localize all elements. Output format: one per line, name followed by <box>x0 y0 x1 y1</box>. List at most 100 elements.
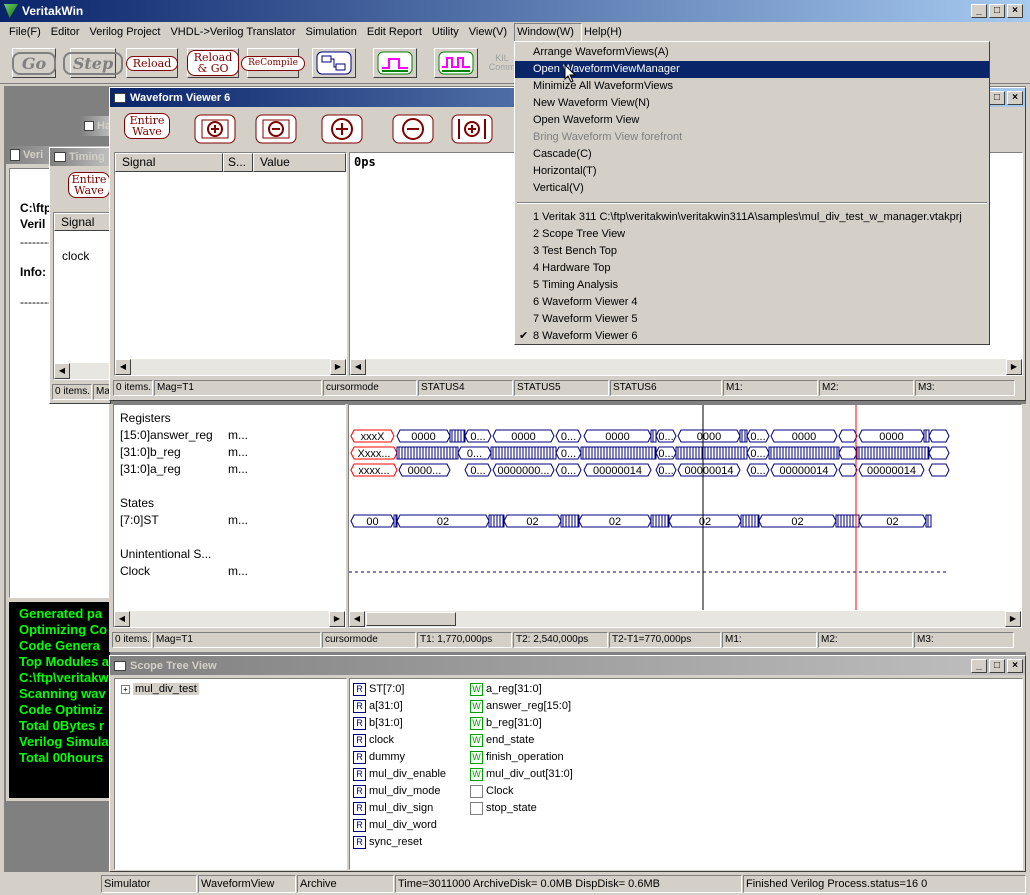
signal-name[interactable]: [31:0]a_reg <box>120 462 181 476</box>
scope-signal-item[interactable]: Wmul_div_out[31:0] <box>470 766 573 783</box>
window-menu-recent-item[interactable]: ✔ 8 Waveform Viewer 6 <box>515 328 989 345</box>
timing-window: Timing Entire Wave Signal clock ◀ 0 items… <box>49 147 112 404</box>
scope-signal-item[interactable]: Ra[31:0] <box>353 698 403 715</box>
zoom-area-button[interactable] <box>194 113 236 148</box>
scope-signal-item[interactable]: Wanswer_reg[15:0] <box>470 698 571 715</box>
window-menu-recent-item[interactable]: 6 Waveform Viewer 4 <box>515 294 989 311</box>
timing-entire-wave-button[interactable]: Entire Wave <box>68 172 110 204</box>
scope-signal-item[interactable]: Rmul_div_mode <box>353 783 441 800</box>
reload-go-button[interactable]: Reload & GO <box>186 48 240 78</box>
menu-simulation[interactable]: Simulation <box>301 23 362 41</box>
window-menu-recent-item[interactable]: 4 Hardware Top <box>515 260 989 277</box>
signal-group-label[interactable]: Registers <box>120 411 171 425</box>
menu-view-v[interactable]: View(V) <box>464 23 512 41</box>
window-menu-recent-item[interactable]: 2 Scope Tree View <box>515 226 989 243</box>
scope-signal-item[interactable]: Rb[31:0] <box>353 715 403 732</box>
wv6-close-button[interactable]: × <box>1007 91 1023 105</box>
scope-signal-item[interactable]: Rmul_div_enable <box>353 766 446 783</box>
window-menu-item[interactable]: Vertical(V) <box>515 180 989 197</box>
scope-maximize-button[interactable]: □ <box>989 659 1005 673</box>
scroll-right-button[interactable]: ▶ <box>329 611 345 627</box>
maximize-button[interactable]: □ <box>989 4 1005 18</box>
scope-signal-item[interactable]: Rmul_div_sign <box>353 800 433 817</box>
reload-button[interactable]: Reload <box>125 48 179 78</box>
column-value[interactable]: Value <box>253 153 346 172</box>
scroll-left-button[interactable]: ◀ <box>115 359 131 375</box>
column-s[interactable]: S... <box>223 153 253 172</box>
scroll-right-button[interactable]: ▶ <box>330 359 346 375</box>
window-menu-item[interactable]: New Waveform View(N) <box>515 95 989 112</box>
scope-signal-item[interactable]: stop_state <box>470 800 537 817</box>
lower-wave-area[interactable]: xxxX 0000 0... 0000 0... 0000 0... 0000 0... 0000… <box>348 404 1022 628</box>
signal-name[interactable]: Clock <box>120 564 150 578</box>
scope-signal-item[interactable]: Rclock <box>353 732 394 749</box>
window-menu-item[interactable]: Open WaveformViewManager <box>515 61 989 78</box>
expand-icon[interactable]: + <box>121 685 130 694</box>
window-menu-recent-item[interactable]: 3 Test Bench Top <box>515 243 989 260</box>
scroll-left-button[interactable]: ◀ <box>350 359 366 375</box>
scope-signal-item[interactable]: Wb_reg[31:0] <box>470 715 542 732</box>
bus-value: 0... <box>561 448 576 460</box>
menu-vhdl-verilog-translator[interactable]: VHDL->Verilog Translator <box>165 23 300 41</box>
signal-name[interactable]: [7:0]ST <box>120 513 159 527</box>
scope-signal-item[interactable]: Rsync_reset <box>353 834 422 851</box>
hierarchy-view-button[interactable] <box>312 48 356 78</box>
window-menu-recent-item[interactable]: 7 Waveform Viewer 5 <box>515 311 989 328</box>
scope-signal-item[interactable]: Rmul_div_word <box>353 817 437 834</box>
menu-utility[interactable]: Utility <box>427 23 464 41</box>
scroll-left-button[interactable]: ◀ <box>114 611 130 627</box>
window-menu-recent-item[interactable]: 5 Timing Analysis <box>515 277 989 294</box>
bus-value: 00000014 <box>685 465 734 477</box>
scope-signal-item[interactable]: R ST[7:0] <box>353 681 404 698</box>
scroll-left-button[interactable]: ◀ <box>349 611 365 627</box>
go-button[interactable]: Go <box>11 48 57 78</box>
zoom-out-area-button[interactable] <box>255 113 297 148</box>
scope-signal-item[interactable]: Wend_state <box>470 732 534 749</box>
scope-signal-item[interactable]: Wfinish_operation <box>470 749 564 766</box>
zoom-cursor-button[interactable] <box>451 113 493 148</box>
wv6-maximize-button[interactable]: □ <box>989 91 1005 105</box>
timing-signal-clock[interactable]: clock <box>62 249 89 263</box>
entire-wave-button[interactable]: Entire Wave <box>124 113 170 147</box>
scope-signal-item[interactable]: Rdummy <box>353 749 405 766</box>
waveform-button[interactable] <box>373 48 417 78</box>
scope-signal-item[interactable]: Wa_reg[31:0] <box>470 681 542 698</box>
kill-button[interactable]: KIL Comm <box>487 48 517 78</box>
scope-minimize-button[interactable]: _ <box>971 659 987 673</box>
scroll-left-button[interactable]: ◀ <box>54 363 70 379</box>
menu-file-f[interactable]: File(F) <box>4 23 46 41</box>
menu-verilog-project[interactable]: Verilog Project <box>85 23 166 41</box>
bus-value: 02 <box>886 516 898 528</box>
scope-close-button[interactable]: × <box>1007 659 1023 673</box>
menu-help-h[interactable]: Help(H) <box>579 23 627 41</box>
menu-edit-report[interactable]: Edit Report <box>362 23 427 41</box>
zoom-in-icon <box>321 114 363 144</box>
menu-editor[interactable]: Editor <box>46 23 85 41</box>
tree-node-root[interactable]: + mul_div_test <box>121 683 199 695</box>
scope-signal-item[interactable]: Clock <box>470 783 514 800</box>
window-menu-item[interactable]: Open Waveform View <box>515 112 989 129</box>
scroll-right-button[interactable]: ▶ <box>1005 611 1021 627</box>
window-menu-item[interactable]: Minimize All WaveformViews <box>515 78 989 95</box>
window-menu-item[interactable]: Cascade(C) <box>515 146 989 163</box>
window-menu-recent-item[interactable]: 1 Veritak 311 C:\ftp\veritakwin\veritakw… <box>515 209 989 226</box>
recompile-button[interactable]: ReCompile <box>241 48 305 78</box>
signal-name[interactable]: [31:0]b_reg <box>120 445 181 459</box>
timing-col-signal[interactable]: Signal <box>54 213 110 231</box>
scroll-right-button[interactable]: ▶ <box>1006 359 1022 375</box>
signal-group-label[interactable]: States <box>120 496 154 510</box>
window-menu-item[interactable]: Bring Waveform View forefront <box>515 129 989 146</box>
column-signal[interactable]: Signal <box>115 153 223 172</box>
window-menu-item[interactable]: Horizontal(T) <box>515 163 989 180</box>
window-menu-item[interactable]: Arrange WaveformViews(A) <box>515 44 989 61</box>
close-button[interactable]: × <box>1007 4 1023 18</box>
minimize-button[interactable]: _ <box>971 4 987 18</box>
zoom-out-button[interactable] <box>392 113 434 148</box>
step-button[interactable]: Step <box>62 48 124 78</box>
signal-name[interactable]: [15:0]answer_reg <box>120 428 213 442</box>
zoom-in-button[interactable] <box>321 113 363 148</box>
scroll-thumb[interactable] <box>366 612 456 626</box>
waveform-pulse-button[interactable] <box>434 48 478 78</box>
signal-group-label[interactable]: Unintentional S... <box>120 547 211 561</box>
menu-window-open[interactable] <box>514 23 582 42</box>
